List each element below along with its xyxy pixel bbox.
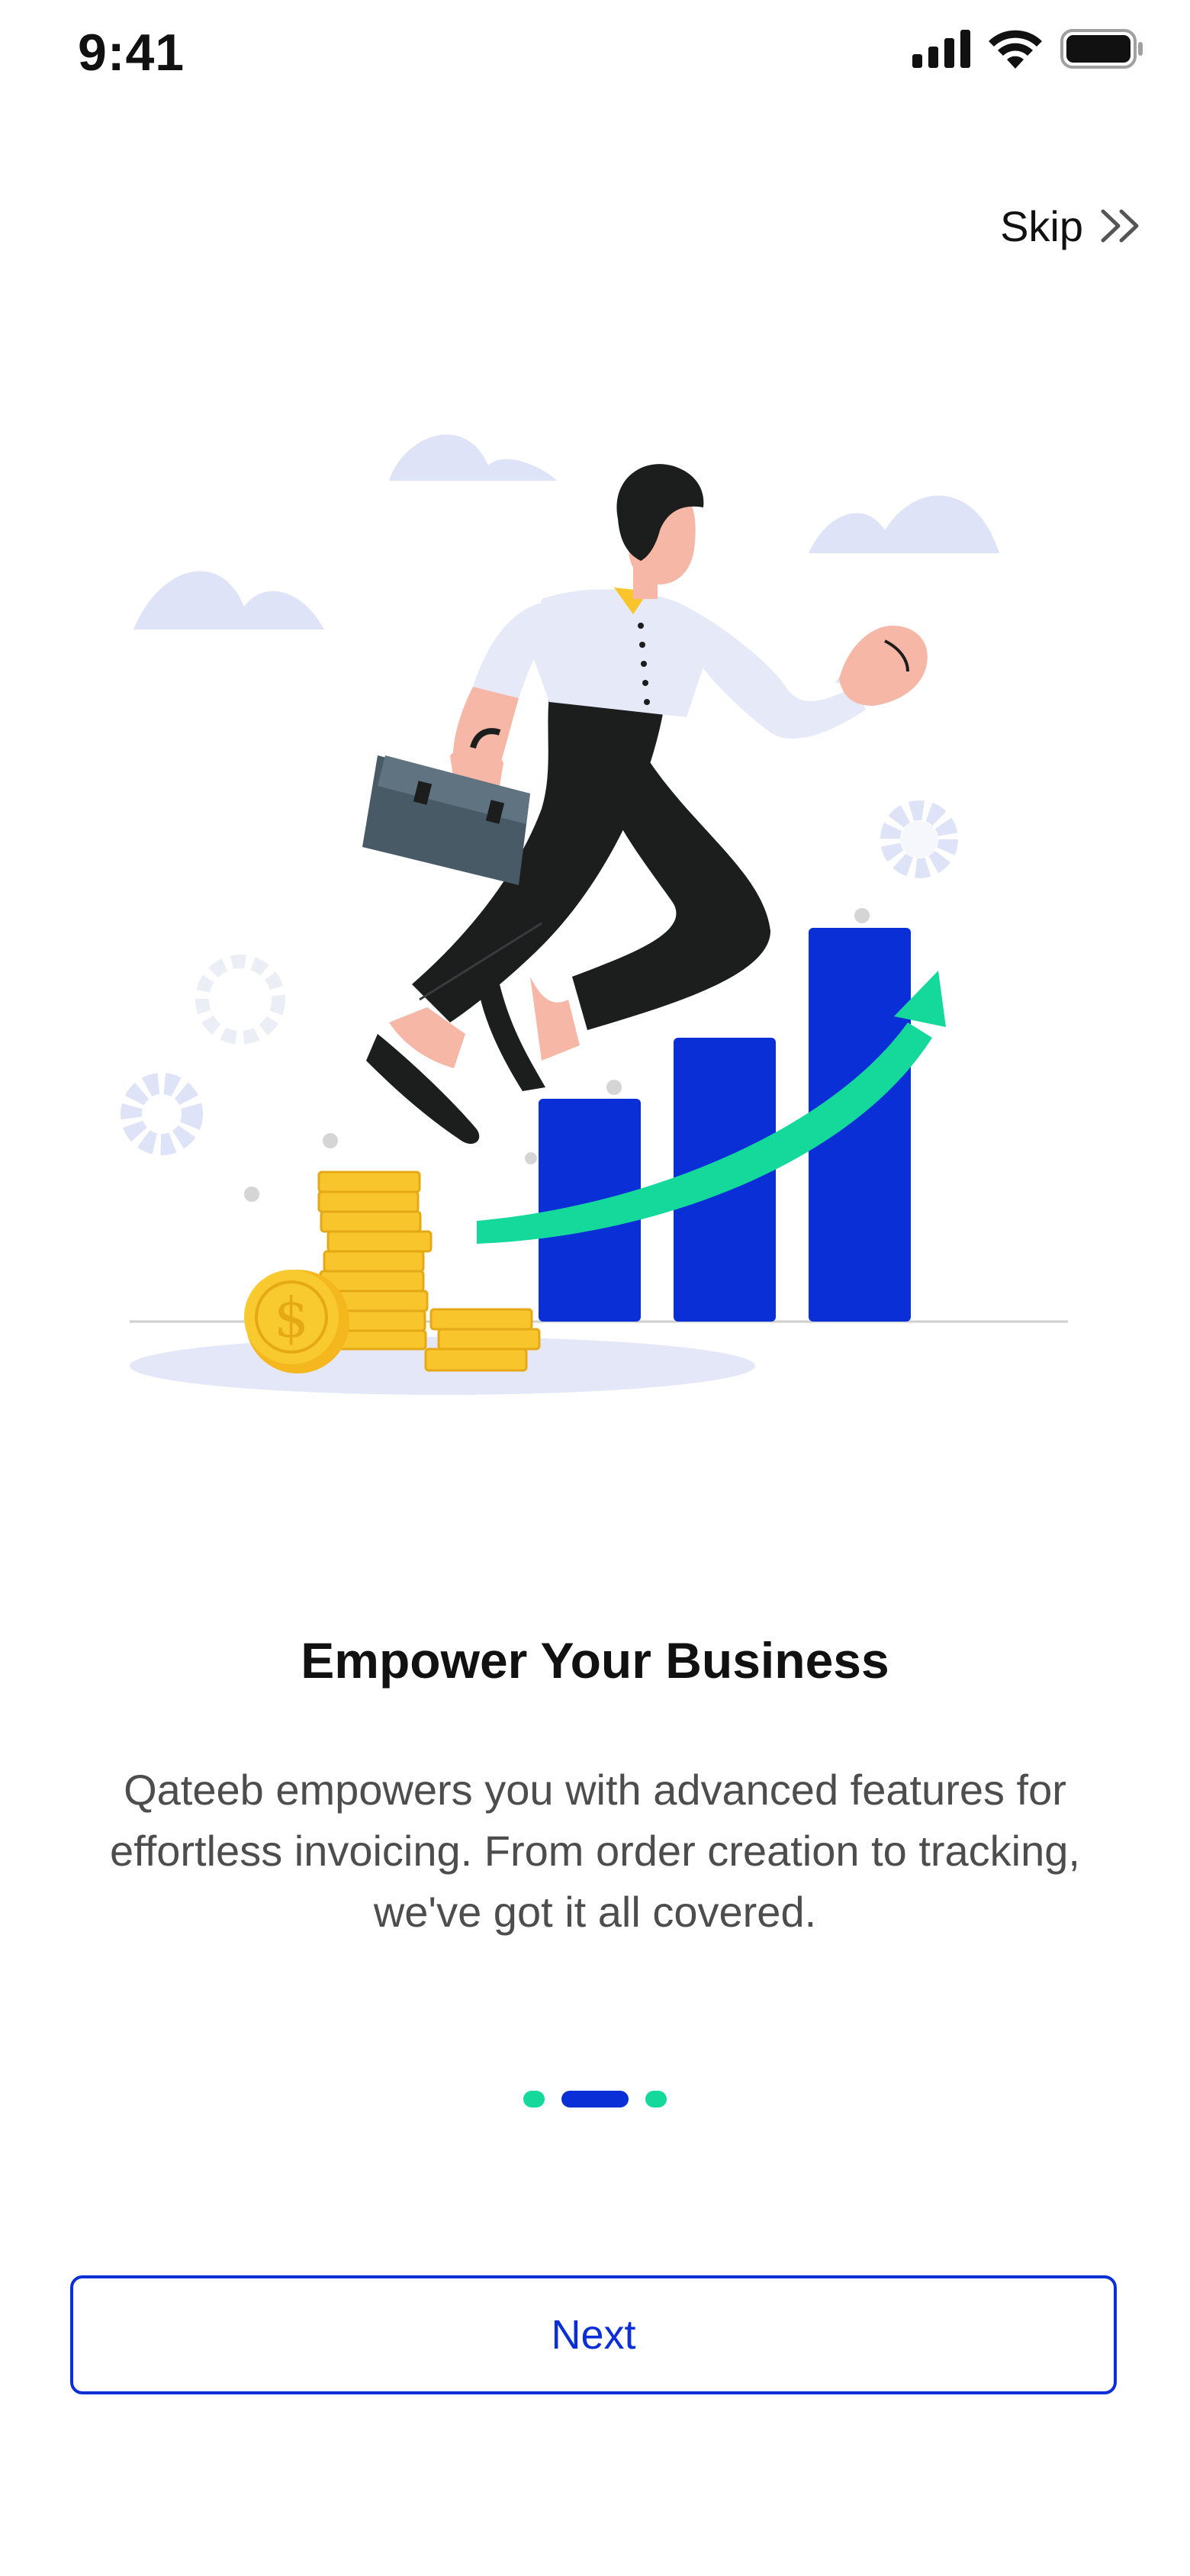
double-chevron-right-icon <box>1101 209 1139 243</box>
page-dot-3[interactable] <box>645 2091 667 2107</box>
page-dot-2-active[interactable] <box>561 2091 629 2107</box>
skip-label: Skip <box>1000 201 1083 250</box>
svg-text:$: $ <box>274 1286 309 1350</box>
skip-button[interactable]: Skip <box>1000 195 1144 256</box>
battery-icon <box>1060 29 1143 69</box>
page-indicator <box>0 2089 1190 2109</box>
cellular-signal-icon <box>912 30 970 68</box>
status-bar: 9:41 <box>0 0 1190 107</box>
status-time: 9:41 <box>78 24 185 82</box>
wifi-icon <box>989 30 1042 69</box>
onboarding-illustration: $ <box>114 397 1076 1412</box>
onboarding-title: Empower Your Business <box>301 1632 889 1689</box>
status-icons <box>912 26 1144 72</box>
coin-stack: $ <box>244 1170 541 1373</box>
next-button[interactable]: Next <box>70 2275 1117 2394</box>
onboarding-description: Qateeb empowers you with advanced featur… <box>110 1766 1080 1936</box>
businessman-growth-illustration: $ <box>121 434 1068 1395</box>
page-dot-1[interactable] <box>523 2091 545 2107</box>
